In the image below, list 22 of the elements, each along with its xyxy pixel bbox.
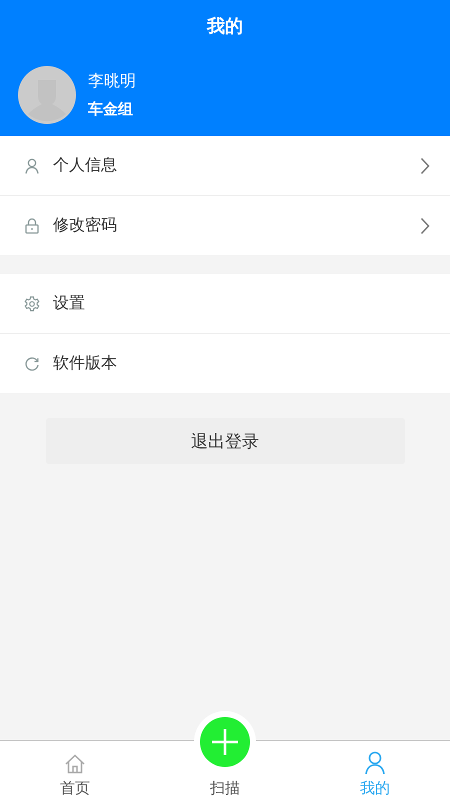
plus-icon: [200, 717, 250, 767]
settings-icon: [24, 296, 40, 312]
avatar-icon: [18, 66, 76, 124]
user-name: 李晀明: [88, 71, 136, 92]
lock-icon: [24, 218, 40, 234]
page-title: 我的: [207, 15, 243, 39]
person-icon: [24, 158, 40, 174]
person-icon: [364, 751, 386, 775]
menu-label: 个人信息: [53, 155, 118, 176]
tab[interactable]: 扫描: [150, 741, 300, 800]
home-icon: [64, 753, 86, 775]
menu-item[interactable]: 设置: [0, 274, 450, 333]
menu-item[interactable]: 修改密码: [0, 195, 450, 255]
menu-label: 软件版本: [53, 353, 118, 374]
menu-item[interactable]: 个人信息: [0, 136, 450, 195]
menu-label: 设置: [53, 293, 86, 314]
menu-item[interactable]: 软件版本: [0, 333, 450, 393]
refresh-icon: [24, 356, 40, 372]
logout-button[interactable]: 退出登录: [46, 418, 404, 464]
menu-label: 修改密码: [53, 215, 118, 236]
tab[interactable]: 首页: [0, 741, 150, 800]
user-group: 车金组: [88, 100, 136, 119]
